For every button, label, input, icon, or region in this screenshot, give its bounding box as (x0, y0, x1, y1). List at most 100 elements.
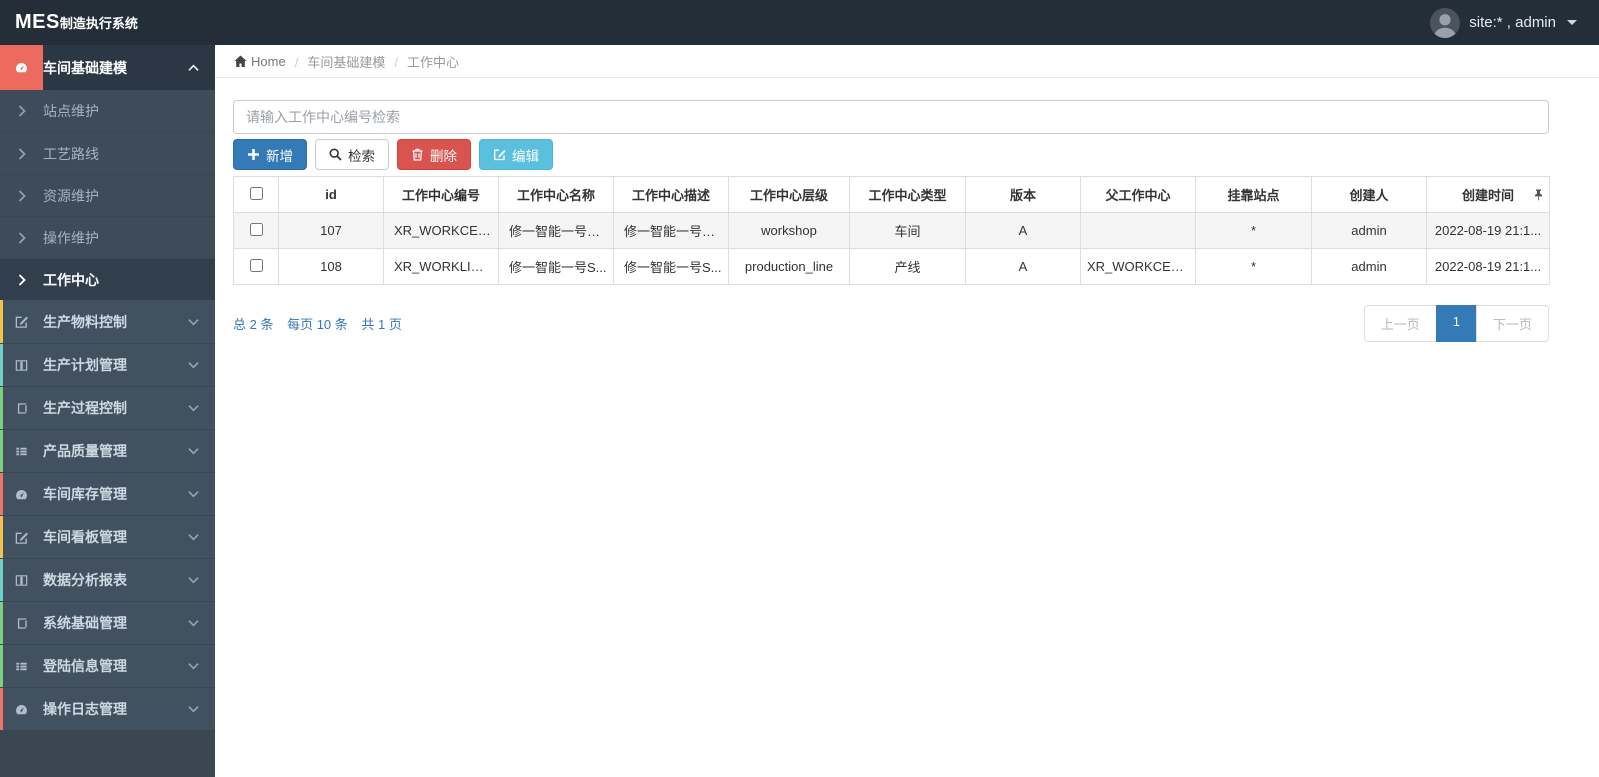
sidebar-item[interactable]: 车间库存管理 (0, 472, 215, 515)
table-row: 107 XR_WORKCEN... 修一智能一号车间 修一智能一号车间 workshop… (233, 212, 1550, 249)
column-header[interactable]: 创建人 (1311, 176, 1427, 213)
sidebar-subitem-label: 工作中心 (43, 271, 99, 288)
sidebar-subitem[interactable]: 工艺路线 (0, 132, 215, 174)
sidebar-subitem[interactable]: 操作维护 (0, 216, 215, 258)
column-header-label: 工作中心类型 (868, 188, 947, 203)
breadcrumb-separator: / (394, 54, 398, 70)
sidebar-item-label: 生产物料控制 (43, 313, 127, 330)
table-cell: 产线 (849, 248, 966, 285)
total-count: 总 2 条 (233, 317, 274, 332)
breadcrumb-item[interactable]: 车间基础建模 (307, 55, 385, 70)
breadcrumb-home-label: Home (251, 53, 286, 69)
delete-button-label: 删除 (430, 148, 457, 164)
page-1-button[interactable]: 1 (1435, 305, 1477, 342)
sidebar-item[interactable]: 数据分析报表 (0, 558, 215, 601)
table-cell: 车间 (849, 212, 966, 249)
table-cell: admin (1311, 248, 1427, 285)
dashboard-icon (0, 473, 43, 515)
sidebar-item-label: 操作日志管理 (43, 701, 127, 717)
sidebar-item[interactable]: 登陆信息管理 (0, 644, 215, 687)
chevron-down-icon (188, 705, 199, 713)
column-header[interactable]: 挂靠站点 (1195, 176, 1312, 213)
chevron-right-icon (0, 259, 43, 300)
sidebar-subitem-label: 资源维护 (43, 187, 99, 204)
column-header[interactable]: 工作中心层级 (728, 176, 850, 213)
sidebar-item[interactable]: 车间看板管理 (0, 515, 215, 558)
row-checkbox[interactable] (249, 222, 263, 236)
prev-page-button[interactable]: 上一页 (1363, 305, 1437, 342)
query-button[interactable]: 检索 (315, 139, 389, 170)
chevron-right-icon (0, 217, 43, 258)
edit-button-label: 编辑 (512, 148, 539, 164)
column-header[interactable]: id (278, 176, 384, 213)
dashboard-icon (0, 688, 43, 730)
sidebar-subitem[interactable]: 工作中心 (0, 258, 215, 300)
column-header[interactable]: 工作中心编号 (383, 176, 499, 213)
brand-rest: 制造执行系统 (59, 16, 138, 31)
toolbar: 新增 检索 删除 编辑 (233, 139, 1549, 170)
column-header[interactable]: 工作中心类型 (849, 176, 966, 213)
edit-button[interactable]: 编辑 (479, 139, 553, 170)
chevron-up-icon (188, 64, 199, 72)
book-icon (0, 602, 43, 644)
column-header[interactable]: 创建时间 (1426, 176, 1550, 213)
table-cell: production_line (728, 248, 850, 285)
sidebar-item-label: 登陆信息管理 (43, 658, 127, 674)
column-header-label: 工作中心描述 (631, 188, 710, 203)
add-button[interactable]: 新增 (233, 139, 307, 170)
search-icon (329, 148, 342, 161)
workcenter-table: id 工作中心编号 工作中心名称 工作中心描述 工作中心层级 工作中心类型 版本 父工作中心 挂… (233, 176, 1550, 285)
sidebar-item[interactable]: 生产物料控制 (0, 300, 215, 343)
delete-button[interactable]: 删除 (397, 139, 471, 170)
brand-logo[interactable]: MES制造执行系统 (0, 11, 215, 34)
table-cell: XR_WORKLINE... (383, 248, 499, 285)
row-checkbox[interactable] (249, 258, 263, 272)
table-cell: 修一智能一号S... (613, 248, 729, 285)
page-count: 共 1 页 (361, 317, 402, 332)
sidebar-item-workshop-modeling[interactable]: 车间基础建模 (0, 45, 215, 90)
column-header[interactable]: 父工作中心 (1080, 176, 1196, 213)
select-all-checkbox[interactable] (249, 186, 263, 200)
table-cell: * (1195, 212, 1312, 249)
row-select-cell (233, 212, 279, 249)
sidebar-subitem[interactable]: 资源维护 (0, 174, 215, 216)
table-cell: A (965, 212, 1081, 249)
sidebar-item[interactable]: 生产计划管理 (0, 343, 215, 386)
column-header[interactable]: 版本 (965, 176, 1081, 213)
column-header-label: 工作中心层级 (749, 188, 828, 203)
add-button-label: 新增 (266, 148, 293, 164)
column-header[interactable]: 工作中心描述 (613, 176, 729, 213)
column-header-label: 创建时间 (1461, 188, 1514, 203)
content: 新增 检索 删除 编辑 id工作中心编号工作中心名称工作中心描 (215, 78, 1599, 342)
sidebar-subitem[interactable]: 站点维护 (0, 90, 215, 132)
pencil-square-icon (0, 516, 43, 558)
sidebar-item-label: 系统基础管理 (43, 615, 127, 631)
breadcrumb-home[interactable]: Home (234, 54, 286, 69)
next-page-button[interactable]: 下一页 (1475, 305, 1549, 342)
chevron-down-icon (188, 490, 199, 498)
table-cell: XR_WORKCEN... (1080, 248, 1196, 285)
row-select-cell (233, 248, 279, 285)
sidebar-item[interactable]: 产品质量管理 (0, 429, 215, 472)
column-header[interactable]: 工作中心名称 (498, 176, 614, 213)
user-menu[interactable]: site:* , admin (1430, 7, 1599, 38)
sidebar-item[interactable]: 操作日志管理 (0, 687, 215, 730)
chevron-down-icon (188, 318, 199, 326)
table-cell: 修一智能一号车间 (613, 212, 729, 249)
pencil-square-icon (0, 300, 43, 343)
table-cell: * (1195, 248, 1312, 285)
list-icon (0, 430, 43, 472)
table-cell: admin (1311, 212, 1427, 249)
pagination: 上一页 1 下一页 (1363, 305, 1549, 342)
pin-icon[interactable] (1533, 188, 1544, 201)
sidebar-item[interactable]: 生产过程控制 (0, 386, 215, 429)
brand-bold: MES (15, 11, 60, 33)
per-page-count: 每页 10 条 (287, 317, 348, 332)
chevron-down-icon (188, 619, 199, 627)
sidebar-subitem-label: 工艺路线 (43, 145, 99, 162)
column-header-label: 工作中心编号 (401, 188, 480, 203)
app: MES制造执行系统 site:* , admin 车间基础建模 站点维护 工艺路… (0, 0, 1599, 777)
table-row: 108 XR_WORKLINE... 修一智能一号S... 修一智能一号S... pro… (233, 248, 1550, 285)
search-input[interactable] (233, 100, 1549, 134)
sidebar-item[interactable]: 系统基础管理 (0, 601, 215, 644)
